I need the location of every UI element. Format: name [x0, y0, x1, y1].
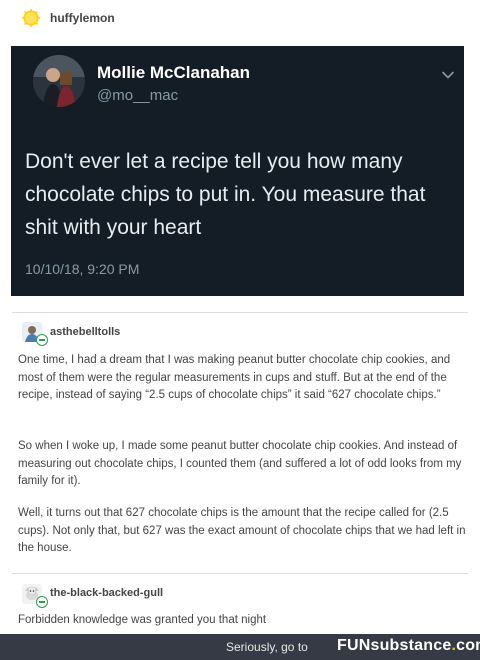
site-logo[interactable]: FUNsubstance.com	[337, 637, 480, 655]
reblog-paragraph: Forbidden knowledge was granted you that…	[18, 614, 267, 626]
reblog-divider	[12, 573, 468, 574]
follow-badge-icon[interactable]	[36, 334, 48, 346]
reblog-username[interactable]: asthebelltolls	[50, 326, 120, 338]
reblog-paragraph: One time, I had a dream that I was makin…	[18, 354, 451, 401]
reblog-divider	[12, 312, 468, 313]
reblog-username[interactable]: the-black-backed-gull	[50, 587, 163, 599]
follow-badge-icon[interactable]	[36, 596, 48, 608]
reblog-paragraph: So when I woke up, I made some peanut bu…	[18, 440, 462, 487]
chevron-down-icon[interactable]	[441, 68, 455, 82]
tweet-text: Don't ever let a recipe tell you how man…	[25, 150, 426, 239]
tweet-author-name[interactable]: Mollie McClanahan	[97, 63, 250, 83]
post-author-username[interactable]: huffylemon	[50, 11, 115, 25]
tweet-timestamp[interactable]: 10/10/18, 9:20 PM	[25, 261, 139, 277]
reblog-paragraph: Well, it turns out that 627 chocolate ch…	[18, 507, 466, 554]
tweet-author-handle[interactable]: @mo__mac	[97, 87, 178, 104]
sun-avatar-icon[interactable]	[22, 9, 40, 27]
post-header: huffylemon	[0, 0, 480, 38]
tweet-card: Mollie McClanahan @mo__mac Don't ever le…	[11, 46, 464, 296]
reblog-avatar[interactable]	[22, 584, 48, 608]
footer-text: Seriously, go to	[226, 640, 308, 654]
reblog-avatar[interactable]	[22, 322, 48, 346]
tweet-author-avatar[interactable]	[33, 55, 85, 107]
watermark-footer: Seriously, go to FUNsubstance.com	[0, 634, 480, 660]
